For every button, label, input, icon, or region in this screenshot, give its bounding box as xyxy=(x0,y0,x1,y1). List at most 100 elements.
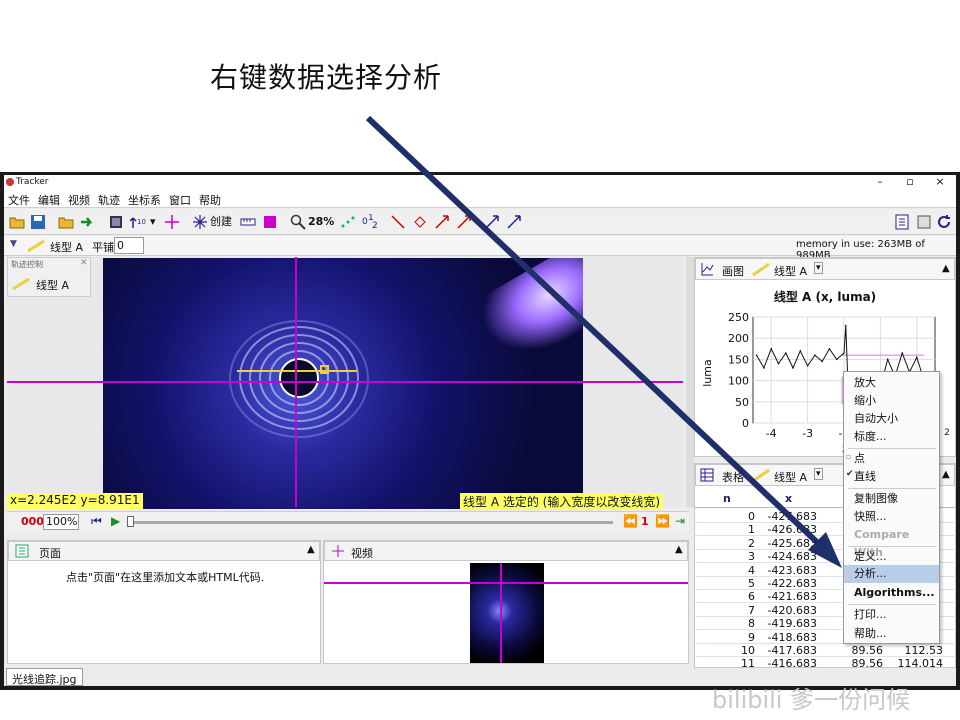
rate-field[interactable]: 100% xyxy=(43,514,79,530)
column-header-n[interactable]: n xyxy=(723,492,731,505)
plot-track-selector[interactable]: 线型 A xyxy=(774,263,807,279)
clip-settings-icon[interactable] xyxy=(108,214,124,230)
step-forward-icon[interactable]: ⏩ xyxy=(655,514,670,528)
axes-icon[interactable] xyxy=(164,214,180,230)
table-cell-n[interactable]: 3 xyxy=(695,550,755,563)
video-thumbnail[interactable] xyxy=(470,563,544,663)
video-scrollbar[interactable] xyxy=(686,257,694,507)
menu-window[interactable]: 窗口 xyxy=(165,190,195,210)
frame-slider-track[interactable] xyxy=(129,521,613,524)
collapse-icon[interactable]: ▲ xyxy=(675,544,683,555)
menu-item-help[interactable]: 帮助... xyxy=(844,625,939,643)
table-cell-n[interactable]: 8 xyxy=(695,617,755,630)
y-axis-line[interactable] xyxy=(295,257,297,507)
plot-tab[interactable]: 画图 xyxy=(722,263,744,279)
import-icon[interactable] xyxy=(80,214,96,230)
table-cell-x[interactable]: -421.683 xyxy=(759,590,817,603)
menu-file[interactable]: 文件 xyxy=(4,190,34,210)
frame-counter[interactable]: 000 xyxy=(21,515,44,528)
table-cell-x[interactable]: -422.683 xyxy=(759,577,817,590)
table-cell-n[interactable]: 4 xyxy=(695,564,755,577)
open-video-icon[interactable] xyxy=(58,214,74,230)
tape-measure-icon[interactable] xyxy=(240,214,256,230)
minimize-button[interactable]: – xyxy=(866,175,894,188)
menu-item-autoscale[interactable]: 自动大小 xyxy=(844,410,939,428)
table-cell-n[interactable]: 9 xyxy=(695,631,755,644)
track-control-item[interactable]: 线型 A xyxy=(36,277,69,293)
file-tab[interactable]: 光线追踪.jpg xyxy=(6,668,83,686)
table-cell-n[interactable]: 0 xyxy=(695,510,755,523)
chevron-down-icon[interactable]: ▼ xyxy=(10,239,17,249)
menu-item-print[interactable]: 打印... xyxy=(844,606,939,624)
menu-item-copy-image[interactable]: 复制图像 xyxy=(844,490,939,508)
smooth-field[interactable]: 0 xyxy=(114,237,144,254)
refresh-icon[interactable] xyxy=(936,214,952,230)
table-cell-n[interactable]: 5 xyxy=(695,577,755,590)
velocity-icon[interactable] xyxy=(434,214,450,230)
menu-track[interactable]: 轨迹 xyxy=(94,190,124,210)
close-icon[interactable]: ✕ xyxy=(80,258,88,268)
autorefresh-icon[interactable] xyxy=(916,214,932,230)
menu-item-analyze[interactable]: 分析... xyxy=(844,565,939,583)
table-cell-n[interactable]: 2 xyxy=(695,537,755,550)
frame-slider-thumb[interactable] xyxy=(127,516,134,527)
create-button[interactable]: 创建 xyxy=(210,213,232,231)
acceleration-icon[interactable] xyxy=(456,214,472,230)
table-track-selector[interactable]: 线型 A xyxy=(774,469,807,485)
momentum-icon[interactable] xyxy=(506,214,522,230)
menu-item-algorithms[interactable]: Algorithms... xyxy=(844,584,939,602)
notes-icon[interactable] xyxy=(894,214,910,230)
chevron-down-icon[interactable]: ▾ xyxy=(814,262,823,274)
play-icon[interactable]: ▶ xyxy=(111,514,120,528)
menu-item-scale[interactable]: 标度... xyxy=(844,428,939,446)
calibration-icon[interactable]: 10 xyxy=(130,214,146,230)
table-cell-n[interactable]: 7 xyxy=(695,604,755,617)
page-panel-title[interactable]: 页面 xyxy=(39,545,61,561)
menu-edit[interactable]: 编辑 xyxy=(34,190,64,210)
line-profile-icon[interactable] xyxy=(390,214,406,230)
chevron-down-icon[interactable]: ▾ xyxy=(150,213,156,231)
menu-item-zoom-in[interactable]: 放大 xyxy=(844,374,939,392)
table-cell-c4[interactable]: 112.53 xyxy=(887,644,944,657)
position-icon[interactable] xyxy=(412,214,428,230)
table-cell-x[interactable]: -419.683 xyxy=(759,617,817,630)
table-cell-x[interactable]: -427.683 xyxy=(759,510,817,523)
filter-icon[interactable] xyxy=(262,214,278,230)
go-to-start-icon[interactable]: ⏮ xyxy=(91,514,102,529)
table-cell-x[interactable]: -424.683 xyxy=(759,550,817,563)
force-icon[interactable] xyxy=(484,214,500,230)
table-cell-n[interactable]: 6 xyxy=(695,590,755,603)
menu-item-define[interactable]: 定义... xyxy=(844,548,939,566)
open-folder-icon[interactable] xyxy=(9,214,25,230)
menu-item-snapshot[interactable]: 快照... xyxy=(844,508,939,526)
step-back-icon[interactable]: ⏪ xyxy=(623,514,638,528)
table-cell-x[interactable]: -417.683 xyxy=(759,644,817,657)
create-track-icon[interactable] xyxy=(192,214,208,230)
column-header-x[interactable]: x xyxy=(785,492,792,505)
table-cell-c3[interactable]: 89.56 xyxy=(819,644,884,657)
line-profile-handle[interactable] xyxy=(320,365,329,374)
menu-coords[interactable]: 坐标系 xyxy=(124,190,165,210)
table-cell-x[interactable]: -426.683 xyxy=(759,523,817,536)
menu-item-points[interactable]: 点 xyxy=(844,450,939,468)
chevron-down-icon[interactable]: ▾ xyxy=(814,468,823,480)
menu-item-lines[interactable]: 直线 xyxy=(844,468,939,486)
video-panel-title[interactable]: 视频 xyxy=(351,545,373,561)
table-cell-n[interactable]: 10 xyxy=(695,644,755,657)
table-cell-x[interactable]: -418.683 xyxy=(759,631,817,644)
close-button[interactable]: × xyxy=(926,175,954,188)
zoom-icon[interactable] xyxy=(290,214,306,230)
loop-icon[interactable]: ⇥ xyxy=(675,514,685,528)
line-profile-mark[interactable] xyxy=(237,370,357,372)
table-cell-x[interactable]: -423.683 xyxy=(759,564,817,577)
collapse-icon[interactable]: ▲ xyxy=(942,263,950,274)
table-cell-x[interactable]: -425.683 xyxy=(759,537,817,550)
table-cell-x[interactable]: -420.683 xyxy=(759,604,817,617)
video-frame[interactable] xyxy=(103,258,583,509)
maximize-button[interactable]: ▫ xyxy=(896,175,924,188)
menu-help[interactable]: 帮助 xyxy=(195,190,225,210)
track-name[interactable]: 线型 A xyxy=(50,239,83,255)
labels-icon[interactable]: 0 12 xyxy=(362,214,378,230)
table-row[interactable]: 10 -417.683 89.56 112.53 xyxy=(695,644,956,657)
step-size[interactable]: 1 xyxy=(641,515,649,528)
